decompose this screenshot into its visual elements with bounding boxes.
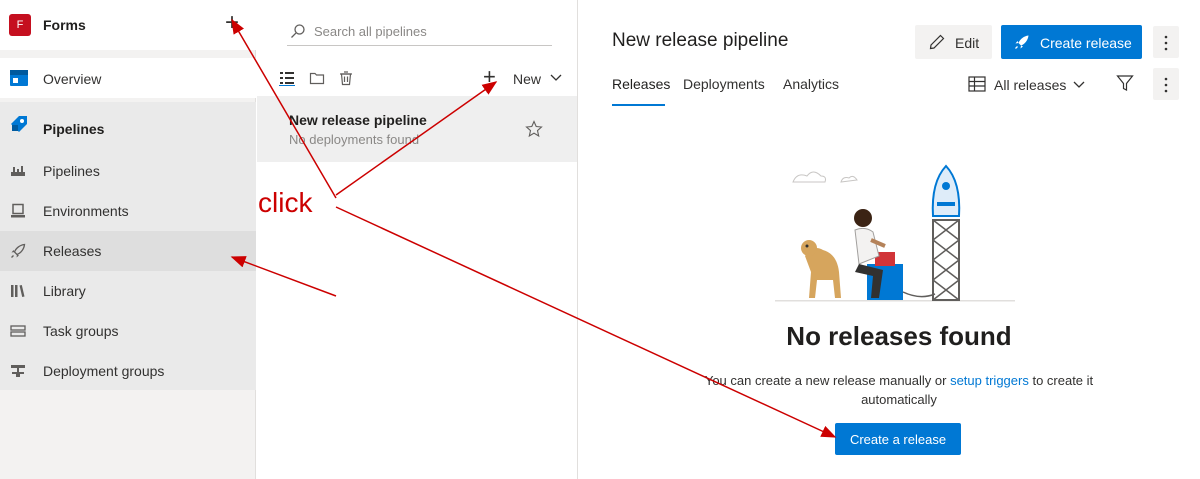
search-input[interactable]: [314, 20, 544, 42]
edit-button[interactable]: Edit: [915, 25, 992, 59]
sidebar-item-pipelines[interactable]: Pipelines: [0, 151, 256, 191]
sidebar-item-deployment-groups[interactable]: Deployment groups: [0, 351, 256, 391]
project-name[interactable]: Forms: [43, 17, 86, 33]
add-project-button[interactable]: +: [221, 11, 243, 36]
sidebar-item-label: Releases: [43, 243, 102, 259]
sidebar-item-label: Environments: [43, 203, 129, 219]
annotation-click-label: click: [258, 187, 313, 218]
tab-releases[interactable]: Releases: [612, 76, 670, 92]
environments-icon: [11, 203, 25, 218]
page-title: New release pipeline: [612, 30, 789, 51]
pipelines-rocket-icon: [11, 116, 27, 132]
more-actions-button[interactable]: [1153, 26, 1179, 58]
chevron-down-icon: [1073, 81, 1085, 88]
create-a-release-button[interactable]: Create a release: [835, 423, 961, 455]
all-releases-dropdown[interactable]: All releases: [968, 72, 1090, 98]
create-a-release-label: Create a release: [849, 432, 947, 447]
releases-rocket-icon: [11, 243, 26, 258]
sidebar-item-label: Deployment groups: [43, 363, 165, 379]
new-pipeline-button[interactable]: + New: [483, 66, 567, 90]
filter-funnel-icon[interactable]: [1116, 74, 1134, 92]
new-label: New: [513, 71, 542, 87]
pipelines-icon: [11, 166, 25, 176]
sidebar-item-pipelines-group[interactable]: Pipelines: [0, 102, 256, 142]
pipelines-nav-group: Pipelines Pipelines Environments Release…: [0, 102, 256, 390]
sidebar-item-task-groups[interactable]: Task groups: [0, 311, 256, 351]
more-options-button[interactable]: [1153, 68, 1179, 100]
search-icon: [291, 24, 305, 38]
sidebar-item-overview[interactable]: Overview: [0, 58, 256, 98]
create-release-label: Create release: [1040, 35, 1132, 51]
filter-label: All releases: [994, 77, 1067, 93]
list-view-icon[interactable]: [279, 70, 295, 86]
rocket-icon: [1015, 35, 1029, 49]
sidebar-item-label: Pipelines: [43, 163, 100, 179]
table-icon: [968, 76, 986, 92]
sidebar-group-label: Pipelines: [43, 121, 105, 137]
sidebar-item-label: Library: [43, 283, 86, 299]
folder-icon[interactable]: [309, 70, 325, 86]
more-vertical-icon: [1164, 35, 1168, 51]
pipeline-subtitle: No deployments found: [289, 132, 420, 147]
sidebar-item-releases[interactable]: Releases: [0, 231, 256, 271]
release-pipeline-main: New release pipeline Edit Create release…: [579, 0, 1200, 479]
search-box[interactable]: [287, 18, 552, 46]
more-vertical-icon: [1164, 77, 1168, 93]
sidebar-item-library[interactable]: Library: [0, 271, 256, 311]
sidebar-item-label: Task groups: [43, 323, 119, 339]
active-tab-indicator: [612, 104, 665, 106]
sidebar-item-environments[interactable]: Environments: [0, 191, 256, 231]
pipeline-list-item[interactable]: New release pipeline No deployments foun…: [257, 96, 577, 162]
project-header[interactable]: F Forms +: [0, 0, 256, 50]
edit-label: Edit: [955, 35, 980, 51]
trash-icon[interactable]: [338, 70, 354, 86]
app-window: F Forms + Overview Pipelines Pipelines E…: [0, 0, 1200, 479]
plus-icon: +: [483, 64, 496, 89]
empty-state-description: You can create a new release manually or…: [679, 371, 1119, 409]
pipeline-list-pane: + New New release pipeline No deployment…: [257, 0, 578, 479]
tab-analytics[interactable]: Analytics: [783, 76, 839, 92]
empty-state-title: No releases found: [786, 321, 1012, 351]
tab-deployments[interactable]: Deployments: [683, 76, 765, 92]
task-groups-icon: [10, 325, 26, 337]
chevron-down-icon: [550, 74, 562, 81]
pipeline-title: New release pipeline: [289, 112, 427, 128]
star-icon[interactable]: [525, 120, 543, 138]
project-avatar: F: [9, 14, 31, 36]
empty-state-illustration: [775, 164, 1015, 302]
deployment-groups-icon: [11, 365, 25, 377]
library-icon: [11, 285, 25, 297]
pencil-icon: [929, 34, 945, 50]
overview-icon: [10, 70, 28, 86]
sidebar-item-label: Overview: [43, 71, 102, 87]
setup-triggers-link[interactable]: setup triggers: [950, 373, 1029, 388]
create-release-button[interactable]: Create release: [1001, 25, 1142, 59]
sidebar: F Forms + Overview Pipelines Pipelines E…: [0, 0, 256, 479]
empty-desc-text: You can create a new release manually or: [704, 373, 951, 388]
